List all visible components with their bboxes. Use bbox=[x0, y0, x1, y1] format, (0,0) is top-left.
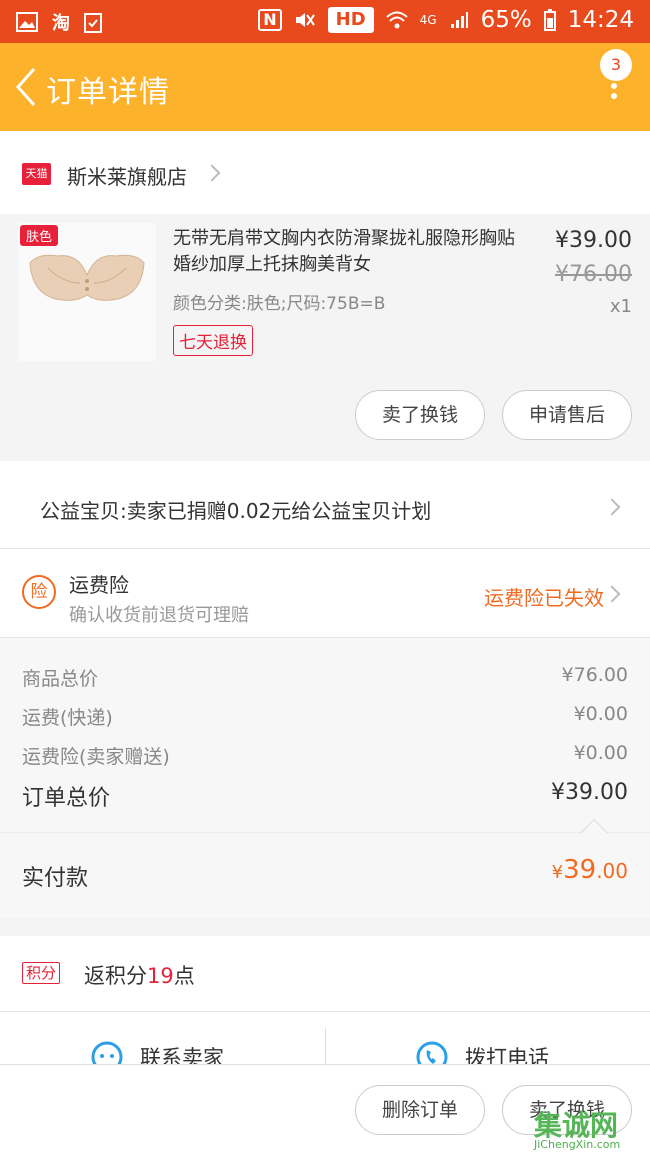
watermark-logo: 集诚网 JiChengXin.com bbox=[534, 1104, 644, 1152]
taobao-icon: 淘 bbox=[52, 13, 70, 34]
insurance-icon: 险 bbox=[22, 575, 56, 609]
insurance-title: 运费险 bbox=[69, 573, 129, 597]
order-total-row: 订单总价 ¥39.00 bbox=[22, 780, 628, 812]
points-row: 积分 返积分19点 bbox=[0, 936, 650, 1012]
payment-integer: 39 bbox=[563, 855, 597, 885]
divider bbox=[325, 1028, 326, 1064]
summary-label: 商品总价 bbox=[22, 668, 99, 690]
summary-row: 运费险(卖家赠送) ¥0.00 bbox=[22, 742, 628, 769]
summary-value: ¥0.00 bbox=[573, 742, 628, 764]
chevron-right-icon bbox=[603, 585, 621, 603]
item-quantity: x1 bbox=[609, 296, 632, 317]
summary-label: 运费险(卖家赠送) bbox=[22, 746, 170, 768]
tmall-icon: 天猫 bbox=[22, 163, 51, 185]
status-bar: 淘 N HD 4G 65% 14:24 bbox=[0, 0, 650, 43]
chevron-right-icon bbox=[203, 164, 221, 182]
order-total-value: ¥39.00 bbox=[551, 780, 628, 805]
mute-icon bbox=[295, 13, 315, 27]
delete-order-button[interactable]: 删除订单 bbox=[355, 1085, 485, 1135]
payment-decimal: .00 bbox=[596, 859, 628, 883]
points-value: 19 bbox=[147, 964, 174, 988]
charity-text: 公益宝贝:卖家已捐赠0.02元给公益宝贝计划 bbox=[40, 499, 432, 523]
signal-icon bbox=[450, 12, 468, 28]
order-item[interactable]: 肤色 无带无肩带文胸内衣防滑聚拢礼服隐形胸贴婚纱加厚上托抹胸美背女 颜色分类:肤… bbox=[0, 214, 650, 461]
page-title: 订单详情 bbox=[46, 75, 170, 110]
insurance-status: 运费险已失效 bbox=[484, 586, 604, 610]
shop-row[interactable]: 天猫 斯米莱旗舰店 bbox=[0, 131, 650, 214]
battery-level: 65% bbox=[480, 7, 532, 33]
points-icon: 积分 bbox=[22, 962, 61, 984]
after-sales-button[interactable]: 申请售后 bbox=[502, 390, 632, 440]
clock: 14:24 bbox=[567, 7, 634, 33]
hd-indicator: HD bbox=[327, 7, 374, 33]
item-price: ¥39.00 bbox=[555, 228, 632, 253]
summary-value: ¥0.00 bbox=[573, 703, 628, 725]
contact-seller-label: 联系卖家 bbox=[140, 1046, 224, 1064]
points-suffix: 点 bbox=[173, 964, 195, 988]
call-phone-label: 拨打电话 bbox=[465, 1046, 549, 1064]
return-policy-badge: 七天退换 bbox=[173, 325, 253, 356]
shipping-insurance-row[interactable]: 险 运费险 确认收货前退货可理赔 运费险已失效 bbox=[0, 549, 650, 638]
nfc-icon: N bbox=[258, 9, 282, 31]
watermark-sub: JiChengXin.com bbox=[534, 1138, 621, 1151]
chat-icon bbox=[91, 1041, 123, 1064]
product-sku: 颜色分类:肤色;尺码:75B=B bbox=[173, 294, 386, 314]
price-summary: 商品总价 ¥76.00 运费(快递) ¥0.00 运费险(卖家赠送) ¥0.00… bbox=[0, 638, 650, 832]
summary-row: 商品总价 ¥76.00 bbox=[22, 664, 628, 691]
contact-seller-button[interactable]: 联系卖家 bbox=[90, 1040, 224, 1064]
network-type: 4G bbox=[419, 13, 437, 27]
points-text: 返积分19点 bbox=[84, 960, 195, 990]
item-original-price: ¥76.00 bbox=[555, 262, 632, 287]
phone-icon bbox=[416, 1041, 448, 1064]
status-right-icons: N HD 4G 65% 14:24 bbox=[258, 7, 634, 33]
actual-payment-value: ¥39.00 bbox=[552, 855, 628, 885]
wifi-icon bbox=[385, 11, 408, 29]
points-prefix: 返积分 bbox=[84, 964, 147, 988]
back-arrow-icon[interactable] bbox=[10, 65, 44, 109]
summary-row: 运费(快递) ¥0.00 bbox=[22, 703, 628, 730]
order-total-label: 订单总价 bbox=[22, 786, 111, 811]
image-icon bbox=[16, 12, 38, 32]
summary-value: ¥76.00 bbox=[561, 664, 628, 686]
battery-icon bbox=[543, 9, 556, 31]
actual-payment-label: 实付款 bbox=[22, 866, 89, 891]
resell-button[interactable]: 卖了换钱 bbox=[355, 390, 485, 440]
nav-bar: 订单详情 3 bbox=[0, 43, 650, 131]
chevron-right-icon bbox=[603, 498, 621, 516]
notification-badge: 3 bbox=[600, 49, 632, 81]
status-left-icons: 淘 bbox=[16, 9, 102, 35]
currency-symbol: ¥ bbox=[551, 862, 564, 883]
color-tag: 肤色 bbox=[20, 225, 59, 246]
charity-row[interactable]: 公益宝贝:卖家已捐赠0.02元给公益宝贝计划 bbox=[0, 461, 650, 549]
call-phone-button[interactable]: 拨打电话 bbox=[415, 1040, 549, 1064]
contact-bar: 联系卖家 拨打电话 bbox=[0, 1012, 650, 1064]
shop-name: 斯米莱旗舰店 bbox=[67, 165, 187, 189]
clipboard-icon bbox=[84, 13, 102, 33]
product-title[interactable]: 无带无肩带文胸内衣防滑聚拢礼服隐形胸贴婚纱加厚上托抹胸美背女 bbox=[173, 226, 528, 278]
summary-label: 运费(快递) bbox=[22, 707, 113, 729]
actual-payment-row: 实付款 ¥39.00 bbox=[0, 818, 650, 918]
insurance-subtitle: 确认收货前退货可理赔 bbox=[69, 605, 249, 626]
